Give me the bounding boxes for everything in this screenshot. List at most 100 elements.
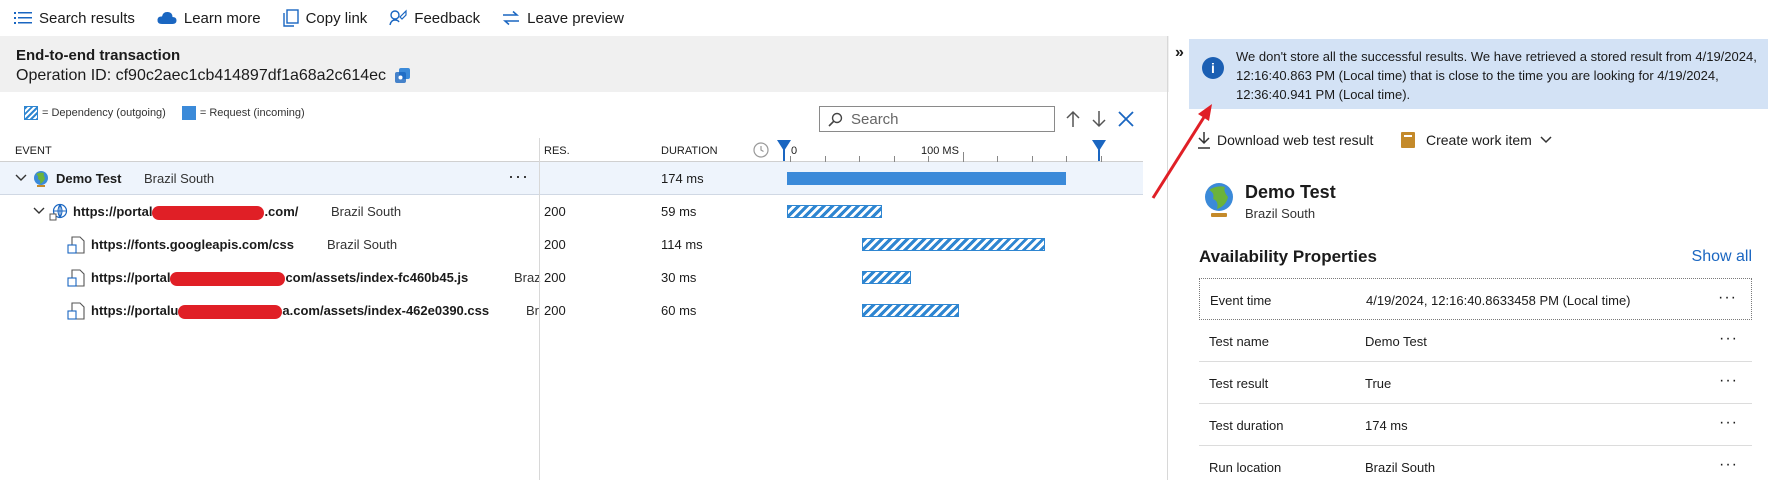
web-dependency-icon <box>49 203 68 221</box>
show-all-link[interactable]: Show all <box>1692 248 1752 266</box>
arrow-down-icon[interactable] <box>1091 110 1107 128</box>
more-icon[interactable]: ··· <box>1719 414 1738 432</box>
table-row[interactable]: https://portal .com/ Brazil South 200 59 … <box>0 195 1143 228</box>
copy-link-label: Copy link <box>305 9 368 27</box>
property-row[interactable]: Run location Brazil South ··· <box>1199 446 1752 480</box>
event-region: Brazil South <box>144 171 215 186</box>
event-name-prefix: https://portal <box>91 270 171 285</box>
search-results-button[interactable]: Search results <box>14 0 135 36</box>
command-bar: Search results Learn more Copy link Feed… <box>0 0 1769 36</box>
event-region: Br <box>526 303 539 318</box>
copy-link-button[interactable]: Copy link <box>282 0 368 36</box>
event-duration: 59 ms <box>661 204 697 219</box>
arrow-up-icon[interactable] <box>1065 110 1081 128</box>
feedback-button[interactable]: Feedback <box>389 0 480 36</box>
learn-more-button[interactable]: Learn more <box>157 0 261 36</box>
redaction-mark <box>178 304 283 319</box>
search-results-label: Search results <box>39 9 135 27</box>
col-event: EVENT <box>15 145 52 157</box>
event-name-prefix: https://portalu <box>91 303 179 318</box>
event-duration: 60 ms <box>661 303 697 318</box>
more-icon[interactable]: ··· <box>1719 456 1738 474</box>
property-key: Test name <box>1209 334 1269 349</box>
event-name: https://portal com/assets/index-fc460b45.… <box>91 270 468 286</box>
property-key: Test duration <box>1209 418 1284 433</box>
clock-icon[interactable] <box>753 142 769 158</box>
legend-request: = Request (incoming) <box>199 107 305 119</box>
more-icon[interactable]: ··· <box>1719 372 1738 390</box>
event-name: https://fonts.googleapis.com/css <box>91 237 294 252</box>
timeline-bar[interactable] <box>787 172 1067 185</box>
operation-id: Operation ID: cf90c2aec1cb414897df1a68a2… <box>16 67 412 85</box>
timeline-end-handle[interactable] <box>1091 139 1107 161</box>
event-region: Brazil South <box>327 237 398 252</box>
event-duration: 114 ms <box>661 237 703 252</box>
feedback-icon <box>389 9 407 26</box>
property-value: True <box>1365 376 1392 391</box>
timeline-bar[interactable] <box>787 205 882 218</box>
axis-100ms: 100 MS <box>921 145 959 157</box>
transaction-panel: End-to-end transaction Operation ID: cf9… <box>0 36 1169 480</box>
copy-id-icon[interactable] <box>394 67 412 85</box>
details-panel: i We don't store all the successful resu… <box>1169 36 1769 480</box>
redaction-mark <box>170 271 286 286</box>
property-value: 174 ms <box>1365 418 1408 433</box>
property-key: Run location <box>1209 460 1282 475</box>
property-row[interactable]: Test duration 174 ms ··· <box>1199 404 1752 446</box>
more-icon[interactable]: ··· <box>1718 289 1737 307</box>
legend-dependency: = Dependency (outgoing) <box>42 107 166 119</box>
swap-icon <box>503 10 520 26</box>
column-divider[interactable] <box>539 138 540 480</box>
event-name: https://portal .com/ <box>73 204 298 220</box>
property-row[interactable]: Test result True ··· <box>1199 362 1752 404</box>
learn-more-label: Learn more <box>183 9 261 27</box>
close-icon[interactable] <box>1117 110 1135 128</box>
cloud-icon <box>157 11 177 24</box>
event-region: Braz <box>514 270 541 285</box>
event-name-suffix: .com/ <box>264 204 299 219</box>
download-web-test-button[interactable]: Download web test result <box>1197 131 1373 149</box>
operation-id-text: Operation ID: cf90c2aec1cb414897df1a68a2… <box>16 67 387 84</box>
property-value: Demo Test <box>1365 334 1427 349</box>
work-item-icon <box>1401 132 1415 148</box>
property-key: Test result <box>1209 376 1269 391</box>
dependency-icon <box>67 269 85 287</box>
timeline-bar[interactable] <box>862 271 911 284</box>
leave-preview-button[interactable]: Leave preview <box>502 0 624 36</box>
event-res: 200 <box>544 270 566 285</box>
detail-title: Demo Test <box>1245 182 1336 202</box>
info-icon: i <box>1202 57 1224 79</box>
timeline-bar[interactable] <box>862 238 1046 251</box>
event-name-prefix: https://portal <box>73 204 153 219</box>
table-row[interactable]: Demo Test Brazil South ··· 174 ms <box>0 162 1143 195</box>
more-icon[interactable]: ··· <box>1719 330 1738 348</box>
create-work-item-button[interactable]: Create work item <box>1400 131 1558 149</box>
chevron-down-icon <box>1540 136 1552 144</box>
timeline-bar[interactable] <box>862 304 959 317</box>
legend: = Dependency (outgoing) = Request (incom… <box>24 106 305 120</box>
detail-subtitle: Brazil South <box>1245 206 1316 221</box>
globe-icon <box>34 171 48 187</box>
request-swatch <box>181 106 196 120</box>
search-input[interactable]: Search <box>819 106 1055 132</box>
event-region: Brazil South <box>331 204 402 219</box>
feedback-label: Feedback <box>414 9 481 27</box>
section-title: Availability Properties <box>1199 247 1377 266</box>
leave-preview-label: Leave preview <box>527 9 624 27</box>
more-icon[interactable]: ··· <box>508 166 529 187</box>
chevron-down-icon[interactable] <box>33 207 45 215</box>
event-duration: 30 ms <box>661 270 697 285</box>
property-row[interactable]: Test name Demo Test ··· <box>1199 320 1752 362</box>
grid-header: EVENT RES. DURATION 0 100 MS <box>0 138 1143 162</box>
list-icon <box>14 12 32 24</box>
table-row[interactable]: https://fonts.googleapis.com/css Brazil … <box>0 228 1143 261</box>
table-row[interactable]: https://portal com/assets/index-fc460b45.… <box>0 261 1143 294</box>
property-value: 4/19/2024, 12:16:40.8633458 PM (Local ti… <box>1366 293 1631 308</box>
event-name-suffix: a.com/assets/index-462e0390.css <box>282 303 490 318</box>
chevron-down-icon[interactable] <box>15 174 27 182</box>
property-row[interactable]: Event time 4/19/2024, 12:16:40.8633458 P… <box>1199 278 1752 320</box>
transaction-header: End-to-end transaction Operation ID: cf9… <box>0 36 1169 92</box>
event-res: 200 <box>544 303 566 318</box>
annotation-arrow <box>1151 104 1212 199</box>
table-row[interactable]: https://portalu a.com/assets/index-462e03… <box>0 294 1143 327</box>
